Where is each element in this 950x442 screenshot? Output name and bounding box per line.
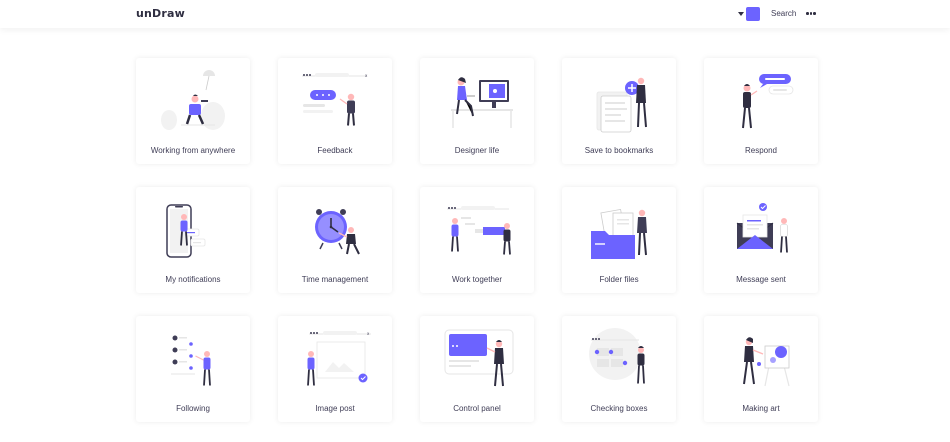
illustration-card[interactable]: Making art — [704, 316, 818, 422]
illustration-label: Image post — [315, 404, 355, 413]
illustration-label: Work together — [451, 275, 503, 284]
illustration-label: Working from anywhere — [150, 146, 236, 155]
illustration-card[interactable]: Message sent — [704, 187, 818, 293]
illustration-label: Checking boxes — [590, 404, 648, 413]
illustration-card[interactable]: Following — [136, 316, 250, 422]
designer-life-illustration — [451, 77, 513, 128]
color-swatch[interactable] — [746, 7, 760, 21]
save-to-bookmarks-illustration — [596, 77, 647, 133]
illustration-label: Making art — [742, 404, 780, 413]
top-navbar: unDraw Search — [0, 0, 950, 28]
following-illustration — [171, 335, 211, 386]
respond-illustration — [742, 74, 794, 129]
illustration-card[interactable]: x Image post — [278, 316, 392, 422]
illustration-card[interactable]: Designer life — [420, 58, 534, 164]
folder-files-illustration — [591, 208, 647, 259]
illustration-label: Feedback — [317, 146, 353, 155]
time-management-illustration — [315, 209, 360, 255]
illustration-card[interactable]: Working from anywhere — [136, 58, 250, 164]
brand-logo[interactable]: unDraw — [136, 7, 185, 20]
illustration-label: Time management — [301, 275, 369, 284]
illustration-label: Respond — [744, 146, 778, 155]
checking-boxes-illustration — [589, 328, 645, 384]
making-art-illustration — [743, 337, 790, 387]
illustration-label: Following — [176, 404, 210, 413]
control-panel-illustration — [444, 329, 514, 387]
chevron-down-icon — [738, 12, 744, 16]
illustration-label: Folder files — [599, 275, 639, 284]
more-horizontal-icon[interactable] — [806, 12, 816, 16]
work-together-illustration — [447, 206, 511, 255]
illustration-label: Designer life — [454, 146, 500, 155]
illustrations-grid: Working from anywhere x Feedback Designe… — [136, 58, 818, 422]
color-picker[interactable] — [738, 7, 762, 21]
message-sent-illustration — [736, 203, 788, 253]
illustration-card[interactable]: Time management — [278, 187, 392, 293]
illustration-label: My notifications — [165, 275, 221, 284]
illustration-label: Control panel — [453, 404, 501, 413]
svg-text:x: x — [365, 73, 368, 78]
search-button[interactable]: Search — [771, 9, 796, 18]
illustration-card[interactable]: Work together — [420, 187, 534, 293]
illustration-card[interactable]: Checking boxes — [562, 316, 676, 422]
illustration-card[interactable]: Folder files — [562, 187, 676, 293]
illustration-card[interactable]: x Feedback — [278, 58, 392, 164]
illustration-card[interactable]: My notifications — [136, 187, 250, 293]
my-notifications-illustration — [166, 204, 206, 258]
illustration-card[interactable]: Respond — [704, 58, 818, 164]
feedback-illustration: x — [302, 73, 368, 126]
image-post-illustration: x — [307, 331, 371, 386]
illustration-label: Save to bookmarks — [584, 146, 654, 155]
illustration-label: Message sent — [736, 275, 786, 284]
working-from-anywhere-illustration — [161, 70, 225, 130]
illustration-card[interactable]: Control panel — [420, 316, 534, 422]
illustration-card[interactable]: Save to bookmarks — [562, 58, 676, 164]
